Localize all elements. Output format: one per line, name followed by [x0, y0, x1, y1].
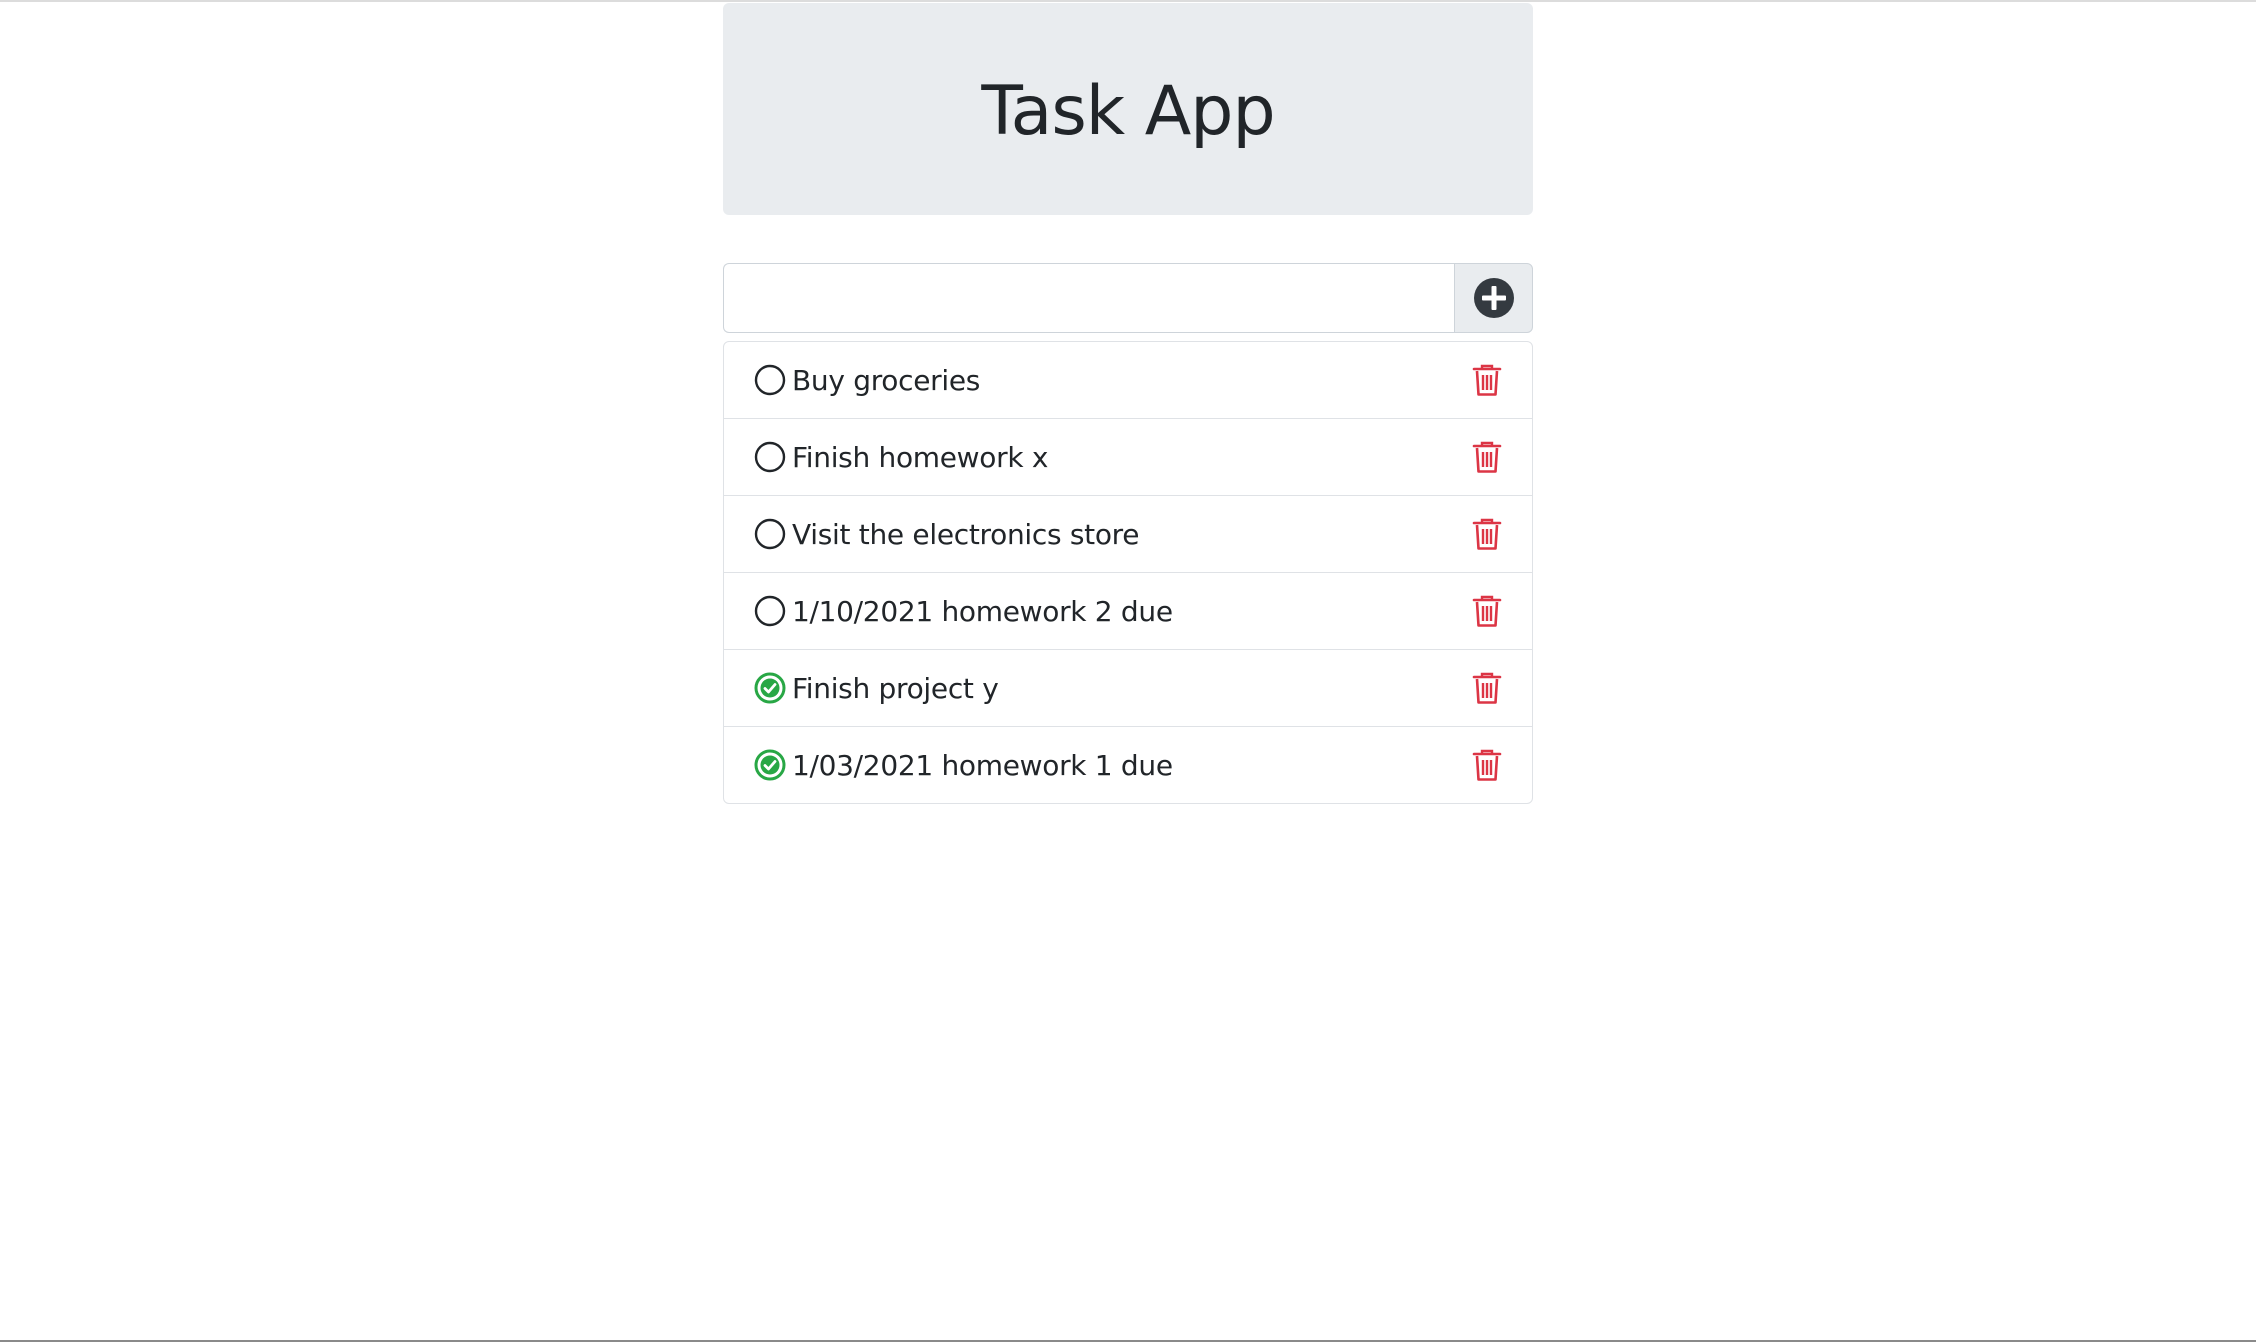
circle-outline-icon — [754, 441, 786, 473]
trash-icon — [1472, 518, 1502, 550]
page-title: Task App — [981, 71, 1275, 151]
delete-task-button[interactable] — [1470, 593, 1504, 629]
delete-task-button[interactable] — [1470, 362, 1504, 398]
window-top-border — [0, 0, 2256, 2]
task-row: Finish homework x — [724, 419, 1532, 496]
header-banner: Task App — [723, 3, 1533, 215]
task-toggle[interactable] — [754, 364, 786, 396]
trash-icon — [1472, 441, 1502, 473]
trash-icon — [1472, 672, 1502, 704]
delete-task-button[interactable] — [1470, 747, 1504, 783]
task-list: Buy groceries Finish homework x Visit th… — [723, 341, 1533, 804]
check-circle-icon — [754, 749, 786, 781]
task-label: 1/10/2021 homework 2 due — [792, 594, 1173, 628]
task-row: Buy groceries — [724, 342, 1532, 419]
delete-task-button[interactable] — [1470, 516, 1504, 552]
trash-icon — [1472, 749, 1502, 781]
circle-outline-icon — [754, 364, 786, 396]
delete-task-button[interactable] — [1470, 439, 1504, 475]
task-toggle[interactable] — [754, 518, 786, 550]
task-label: Finish project y — [792, 671, 999, 705]
task-label: 1/03/2021 homework 1 due — [792, 748, 1173, 782]
add-task-button[interactable] — [1454, 263, 1533, 333]
task-toggle[interactable] — [754, 595, 786, 627]
new-task-form — [723, 263, 1533, 333]
task-row: 1/10/2021 homework 2 due — [724, 573, 1532, 650]
check-circle-icon — [754, 672, 786, 704]
circle-outline-icon — [754, 518, 786, 550]
task-label: Buy groceries — [792, 363, 981, 397]
task-row: Finish project y — [724, 650, 1532, 727]
task-toggle[interactable] — [754, 672, 786, 704]
trash-icon — [1472, 364, 1502, 396]
delete-task-button[interactable] — [1470, 670, 1504, 706]
task-toggle[interactable] — [754, 441, 786, 473]
task-row: 1/03/2021 homework 1 due — [724, 727, 1532, 803]
circle-outline-icon — [754, 595, 786, 627]
task-toggle[interactable] — [754, 749, 786, 781]
task-label: Visit the electronics store — [792, 517, 1140, 551]
task-label: Finish homework x — [792, 440, 1049, 474]
new-task-input[interactable] — [723, 263, 1454, 333]
app-container: Task App Buy groceries Finish homework x… — [723, 3, 1533, 804]
trash-icon — [1472, 595, 1502, 627]
plus-circle-icon — [1473, 278, 1514, 318]
task-row: Visit the electronics store — [724, 496, 1532, 573]
